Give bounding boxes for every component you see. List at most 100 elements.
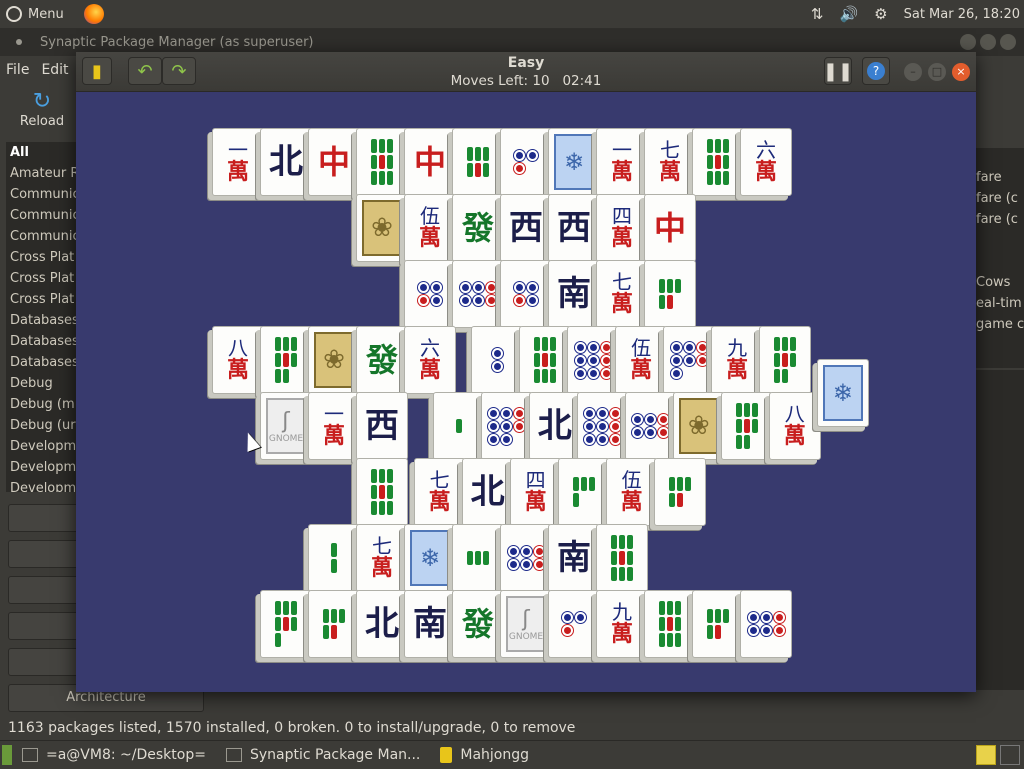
mahjong-tile[interactable]: 伍萬	[605, 458, 658, 526]
package-row[interactable]: eal-tim	[976, 296, 1022, 311]
mahjong-tile[interactable]: 發	[452, 590, 504, 658]
mahjong-tile[interactable]: 西	[500, 194, 552, 262]
mahjong-tile[interactable]: ❄	[404, 524, 456, 592]
mahjong-tile[interactable]: ʃ GNOME	[260, 392, 312, 460]
mahjong-tile[interactable]: ❀	[308, 326, 360, 394]
mahjong-tile[interactable]: 七萬	[644, 128, 696, 196]
mahjong-tile[interactable]: 西	[548, 194, 600, 262]
mahjong-tile[interactable]: 北	[528, 392, 581, 460]
firefox-icon[interactable]	[83, 4, 104, 24]
menu-button[interactable]: Menu	[6, 6, 64, 22]
mahjong-tile[interactable]	[452, 260, 504, 328]
task-terminal[interactable]: =a@VM8: ~/Desktop=	[12, 741, 216, 769]
mahjong-tile[interactable]: 中	[644, 194, 696, 262]
workspace-2[interactable]	[1000, 745, 1020, 765]
package-row[interactable]: fare (c	[976, 212, 1018, 227]
game-board[interactable]: 一萬北中中 ❄ 一萬七萬六萬 ❀ 伍萬發西西四萬中南七萬八萬 ❀ 發六萬伍萬九萬 ʃ GNOME…	[76, 92, 976, 692]
mahjong-tile[interactable]	[567, 326, 620, 394]
mahjong-tile[interactable]: ❀	[356, 194, 408, 262]
mahjong-tile[interactable]	[759, 326, 812, 394]
mahjong-tile[interactable]	[653, 458, 706, 526]
mahjong-tile[interactable]: 九萬	[596, 590, 648, 658]
workspace-1[interactable]	[976, 745, 996, 765]
mahjong-tile[interactable]: 伍萬	[404, 194, 456, 262]
mahjong-tile[interactable]: 四萬	[596, 194, 648, 262]
mahjong-tile[interactable]	[356, 128, 408, 196]
mahjong-tile[interactable]	[740, 590, 792, 658]
task-mahjongg[interactable]: Mahjongg	[430, 741, 539, 769]
menu-file[interactable]: File	[6, 62, 29, 78]
mahjong-tile[interactable]	[500, 260, 552, 328]
mahjong-tile[interactable]	[692, 590, 744, 658]
mahjong-tile[interactable]	[471, 326, 524, 394]
mahjong-tile[interactable]: 中	[404, 128, 456, 196]
task-synaptic[interactable]: Synaptic Package Man...	[216, 741, 430, 769]
mahjong-tile[interactable]: 七萬	[356, 524, 408, 592]
mahjong-tile[interactable]	[260, 590, 312, 658]
mahjong-tile[interactable]	[452, 524, 504, 592]
mahjong-tile[interactable]: 一萬	[212, 128, 264, 196]
volume-icon[interactable]: 🔊	[839, 5, 858, 23]
mahjong-tile[interactable]: 北	[260, 128, 312, 196]
package-row[interactable]: fare	[976, 170, 1002, 185]
mahjong-tile[interactable]: 八萬	[212, 326, 264, 394]
mahjong-tile[interactable]: 中	[308, 128, 360, 196]
mahjong-tile[interactable]: 發	[452, 194, 504, 262]
close-icon[interactable]: ×	[952, 63, 970, 81]
reload-button[interactable]: ↻ Reload	[12, 90, 72, 130]
maximize-icon[interactable]: □	[928, 63, 946, 81]
mahjong-tile[interactable]	[644, 260, 696, 328]
mahjong-tile[interactable]: 一萬	[308, 392, 360, 460]
mahjong-tile[interactable]: 發	[356, 326, 408, 394]
network-icon[interactable]: ⇅	[811, 5, 824, 23]
mahjong-tile[interactable]: 八萬	[768, 392, 821, 460]
close-icon[interactable]	[1000, 34, 1016, 50]
mahjong-tile[interactable]: 伍萬	[615, 326, 668, 394]
mahjong-tile[interactable]	[480, 392, 533, 460]
mahjong-tile[interactable]: 北	[461, 458, 514, 526]
mahjong-tile[interactable]: 七萬	[596, 260, 648, 328]
settings-gear-icon[interactable]: ⚙	[874, 5, 887, 23]
mahjong-tile[interactable]: 四萬	[509, 458, 562, 526]
mahjong-tile[interactable]	[576, 392, 629, 460]
mahjong-tile[interactable]: ❄	[816, 359, 869, 427]
mahjong-tile[interactable]: ʃ GNOME	[500, 590, 552, 658]
mahjong-tile[interactable]	[557, 458, 610, 526]
mahjong-tile[interactable]	[596, 524, 648, 592]
mahjong-tile[interactable]	[260, 326, 312, 394]
mahjong-tile[interactable]	[720, 392, 773, 460]
pause-button[interactable]: ❚❚	[823, 57, 853, 85]
clock[interactable]: Sat Mar 26, 18:20	[904, 7, 1020, 22]
minimize-icon[interactable]	[960, 34, 976, 50]
mahjong-tile[interactable]	[692, 128, 744, 196]
minimize-icon[interactable]: –	[904, 63, 922, 81]
mahjong-tile[interactable]	[308, 524, 360, 592]
mahjong-tile[interactable]: 南	[404, 590, 456, 658]
maximize-icon[interactable]	[980, 34, 996, 50]
mahjong-tile[interactable]	[308, 590, 360, 658]
mahjong-tile[interactable]	[452, 128, 504, 196]
mahjong-tile[interactable]	[663, 326, 716, 394]
mahjong-tile[interactable]	[624, 392, 677, 460]
mahjong-tile[interactable]	[519, 326, 572, 394]
mahjong-tile[interactable]: 六萬	[404, 326, 456, 394]
mahjong-tile[interactable]: ❀	[672, 392, 725, 460]
mahjong-tile[interactable]: 南	[548, 524, 600, 592]
mahjong-tile[interactable]: 西	[356, 392, 408, 460]
mahjong-tile[interactable]: 七萬	[413, 458, 466, 526]
help-button[interactable]: ?	[862, 57, 890, 85]
mahjong-tile[interactable]	[432, 392, 485, 460]
mahjong-tile[interactable]: 六萬	[740, 128, 792, 196]
package-row[interactable]: fare (c	[976, 191, 1018, 206]
mahjong-tile[interactable]: ❄	[548, 128, 600, 196]
window-menu-icon[interactable]	[16, 39, 22, 45]
package-row[interactable]: game c	[976, 317, 1024, 332]
mahjong-tile[interactable]	[644, 590, 696, 658]
mahjong-tile[interactable]	[404, 260, 456, 328]
mahjong-tile[interactable]: 北	[356, 590, 408, 658]
mahjong-tile[interactable]: 九萬	[711, 326, 764, 394]
mahjong-tile[interactable]	[500, 128, 552, 196]
mahjong-tile[interactable]	[356, 458, 408, 526]
menu-edit[interactable]: Edit	[41, 62, 68, 78]
mahjong-tile[interactable]: 南	[548, 260, 600, 328]
